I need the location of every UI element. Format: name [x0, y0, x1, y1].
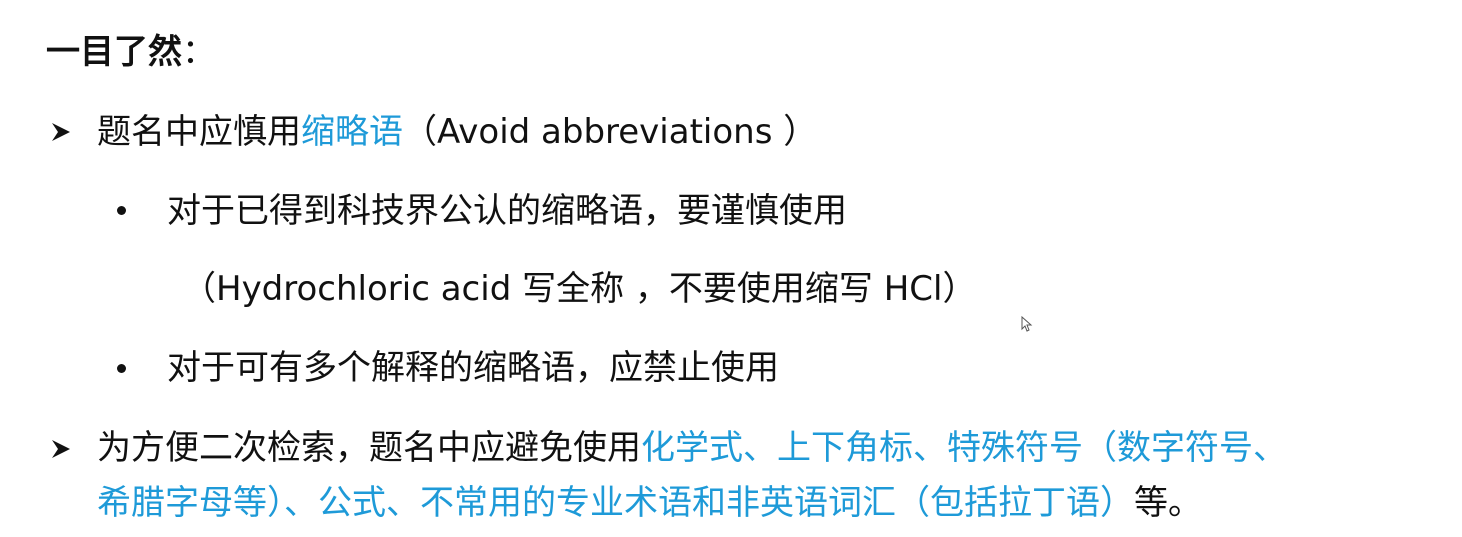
- item-abbreviation-rule: 题名中应慎用缩略语（Avoid abbreviations ）: [97, 110, 817, 154]
- item-highlight: 缩略语: [301, 112, 403, 152]
- item-hcl-example: （Hydrochloric acid 写全称 ，不要使用缩写 HCl）: [182, 267, 976, 311]
- slide-heading: 一目了然：: [46, 30, 216, 74]
- slide: 一目了然： 题名中应慎用缩略语（Avoid abbreviations ） 对于…: [0, 0, 1462, 537]
- item-secondary-retrieval-line1: 为方便二次检索，题名中应避免使用化学式、上下角标、特殊符号（数字符号、: [97, 426, 1287, 470]
- item-text-after: （Avoid abbreviations ）: [403, 112, 818, 152]
- item-text-after: 等。: [1134, 483, 1202, 523]
- item-secondary-retrieval-line2: 希腊字母等）、公式、不常用的专业术语和非英语词汇（包括拉丁语）等。: [97, 481, 1202, 525]
- item-highlight: 化学式、上下角标、特殊符号（数字符号、: [641, 428, 1287, 468]
- item-text: 对于已得到科技界公认的缩略语，要谨慎使用: [167, 191, 847, 231]
- item-text: 对于可有多个解释的缩略语，应禁止使用: [167, 348, 779, 388]
- mouse-cursor-icon: [1021, 315, 1033, 336]
- item-text: 题名中应慎用: [97, 112, 301, 152]
- item-text: 为方便二次检索，题名中应避免使用: [97, 428, 641, 468]
- item-accepted-abbreviations: 对于已得到科技界公认的缩略语，要谨慎使用: [167, 189, 847, 233]
- dot-bullet-icon: [117, 206, 126, 215]
- item-text: （Hydrochloric acid 写全称 ，不要使用缩写 HCl）: [182, 269, 977, 309]
- item-ambiguous-abbreviations: 对于可有多个解释的缩略语，应禁止使用: [167, 346, 779, 390]
- heading-colon: ：: [182, 32, 216, 72]
- item-highlight: 希腊字母等）、公式、不常用的专业术语和非英语词汇（包括拉丁语）: [97, 483, 1134, 523]
- heading-title: 一目了然: [46, 32, 182, 72]
- dot-bullet-icon: [117, 364, 126, 373]
